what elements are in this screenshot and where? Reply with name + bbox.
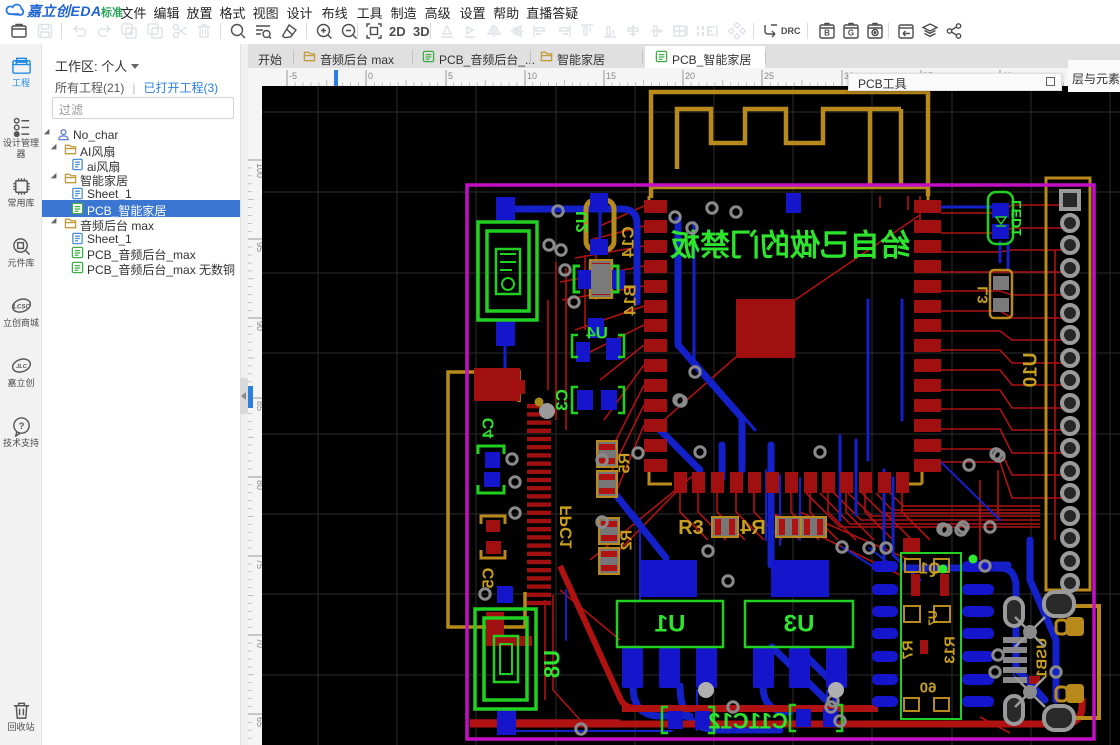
svg-text:R4: R4 [739, 517, 765, 539]
svg-text:JLC: JLC [16, 364, 28, 370]
svg-text:70: 70 [255, 638, 262, 648]
svg-text:LCSC: LCSC [13, 303, 30, 310]
svg-text:U8: U8 [540, 650, 565, 678]
svg-text:C14: C14 [619, 226, 638, 258]
svg-text:C5: C5 [481, 568, 498, 589]
svg-text:65: 65 [255, 717, 262, 727]
svg-text:R2: R2 [619, 530, 636, 551]
svg-text:15: 15 [606, 71, 616, 81]
svg-text:U4: U4 [586, 324, 608, 343]
svg-text:Q1: Q1 [919, 561, 940, 578]
svg-text:给自己做的门禁板: 给自己做的门禁板 [670, 230, 910, 263]
svg-text:B: B [824, 29, 830, 38]
svg-text:U2: U2 [573, 211, 592, 233]
svg-text:-5: -5 [289, 71, 297, 81]
svg-text:90: 90 [255, 321, 262, 331]
svg-text:U3: U3 [784, 611, 815, 638]
svg-text:20: 20 [685, 71, 695, 81]
svg-text:R13: R13 [942, 636, 959, 664]
svg-text:0: 0 [368, 71, 373, 81]
svg-text:C3: C3 [553, 389, 572, 411]
svg-text:100: 100 [255, 163, 262, 178]
svg-text:L3: L3 [975, 286, 992, 304]
svg-text:85: 85 [255, 401, 262, 411]
svg-text:75: 75 [255, 559, 262, 569]
svg-text:U10: U10 [1021, 353, 1042, 388]
svg-text:5: 5 [448, 71, 453, 81]
svg-text:LED1: LED1 [1008, 200, 1024, 236]
svg-text:C11C12: C11C12 [708, 709, 788, 734]
svg-text:R3: R3 [678, 517, 704, 539]
svg-text:U1: U1 [655, 611, 686, 638]
svg-text:U7: U7 [926, 610, 940, 626]
svg-text:80: 80 [255, 480, 262, 490]
svg-text:B14: B14 [621, 284, 640, 316]
svg-text:C4: C4 [481, 418, 498, 439]
svg-text:G: G [848, 29, 854, 38]
svg-text:R5: R5 [617, 453, 634, 474]
svg-text:10: 10 [527, 71, 537, 81]
svg-text:R7: R7 [900, 640, 917, 659]
svg-text:60: 60 [920, 680, 937, 697]
svg-text:?: ? [19, 421, 25, 432]
svg-text:FPC1: FPC1 [557, 505, 576, 548]
svg-text:25: 25 [764, 71, 774, 81]
svg-text:95: 95 [255, 242, 262, 252]
